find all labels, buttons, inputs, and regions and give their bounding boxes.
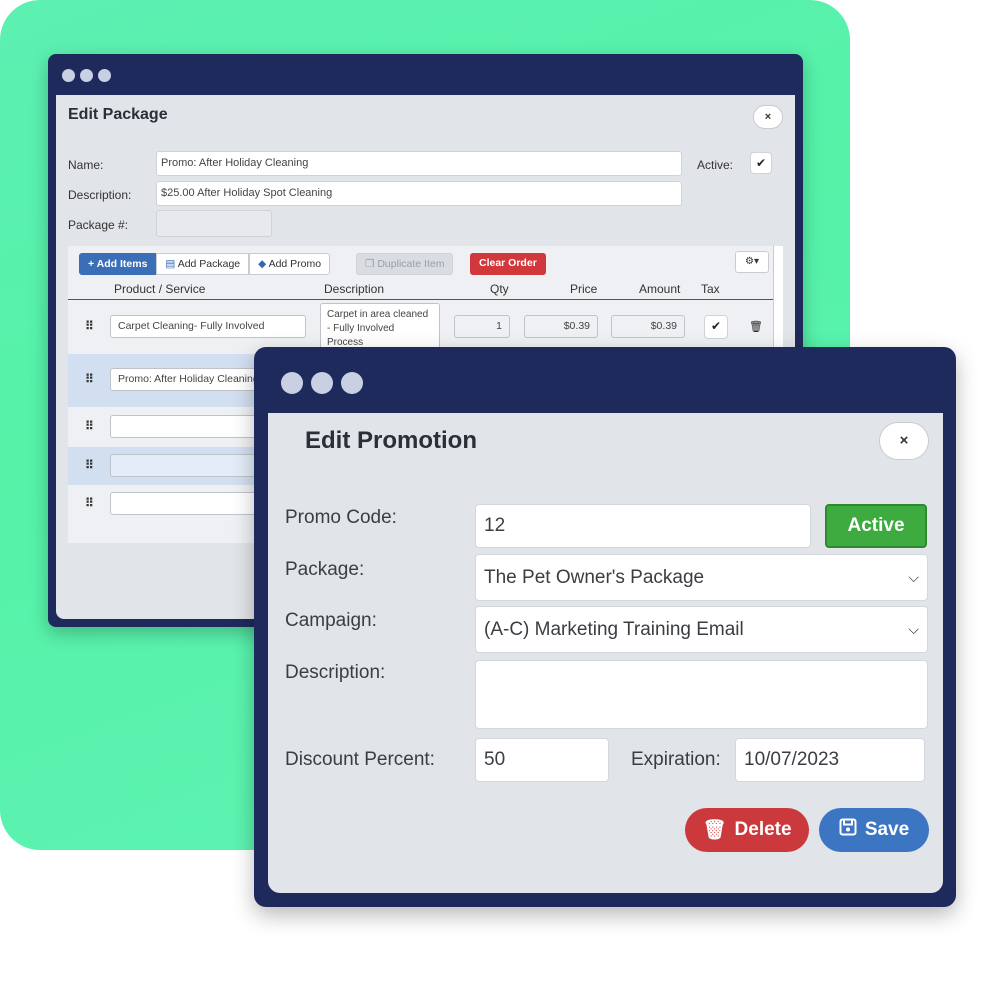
add-package-label: Add Package [177, 258, 241, 270]
close-icon[interactable]: × [879, 422, 929, 460]
drag-handle-icon[interactable]: ⠿ [85, 319, 94, 333]
column-header-qty: Qty [490, 282, 509, 296]
chevron-down-icon: ⌵ [908, 569, 919, 585]
campaign-label: Campaign: [285, 610, 377, 631]
edit-package-title: Edit Package [68, 106, 168, 123]
column-header-amount: Amount [639, 282, 681, 296]
stage: Edit Package × Name: Promo: After Holida… [0, 0, 1000, 1000]
save-button[interactable]: Save [819, 808, 929, 852]
expiration-date-input[interactable]: 10/07/2023 [735, 738, 925, 782]
edit-promotion-title: Edit Promotion [305, 427, 477, 454]
description-label: Description: [68, 188, 132, 202]
gear-icon[interactable]: ⚙▾ [735, 251, 769, 273]
window-dot[interactable] [311, 372, 333, 394]
promo-code-value: 12 [484, 515, 506, 536]
duplicate-item-button[interactable]: ❐ Duplicate Item [356, 253, 454, 275]
window-dot[interactable] [341, 372, 363, 394]
add-items-button[interactable]: + Add Items [79, 253, 157, 275]
discount-percent-value: 50 [484, 749, 506, 770]
package-number-input[interactable] [156, 210, 272, 237]
trash-icon[interactable]: 🗑 [749, 320, 763, 333]
add-promo-label: Add Promo [268, 258, 322, 270]
price-input[interactable]: $0.39 [524, 315, 598, 338]
description-cell[interactable]: Carpet in area cleaned - Fully Involved … [320, 303, 440, 349]
package-label: Package: [285, 559, 365, 580]
description-label: Description: [285, 662, 386, 683]
window-dot[interactable] [98, 69, 111, 82]
window-dot[interactable] [80, 69, 93, 82]
floppy-disk-icon [839, 818, 857, 842]
column-header-price: Price [570, 282, 598, 296]
column-header-description: Description [324, 282, 385, 296]
delete-button-label: Delete [734, 819, 792, 840]
close-icon[interactable]: × [753, 105, 783, 129]
campaign-select[interactable]: (A-C) Marketing Training Email ⌵ [475, 606, 928, 653]
table-icon: ▤ [165, 258, 178, 270]
drag-handle-icon[interactable]: ⠿ [85, 419, 94, 433]
description-input[interactable]: $25.00 After Holiday Spot Cleaning [156, 181, 682, 206]
drag-handle-icon[interactable]: ⠿ [85, 496, 94, 510]
discount-percent-input[interactable]: 50 [475, 738, 609, 782]
amount-input[interactable]: $0.39 [611, 315, 685, 338]
tax-checkbox[interactable]: ✔ [704, 315, 728, 339]
package-select-value: The Pet Owner's Package [484, 566, 705, 588]
promo-code-label: Promo Code: [285, 507, 397, 528]
active-toggle-button[interactable]: Active [825, 504, 927, 548]
window-dot[interactable] [281, 372, 303, 394]
active-label: Active: [697, 158, 734, 172]
promo-code-input[interactable]: 12 [475, 504, 811, 548]
product-input[interactable]: Carpet Cleaning- Fully Involved [110, 315, 306, 338]
add-package-button[interactable]: ▤ Add Package [156, 253, 250, 275]
expiration-date-value: 10/07/2023 [744, 749, 840, 770]
campaign-select-value: (A-C) Marketing Training Email [484, 618, 744, 640]
delete-button[interactable]: 🗑 Delete [685, 808, 809, 852]
edit-promotion-window: Edit Promotion × Promo Code: 12 Active P… [254, 347, 956, 907]
duplicate-item-label: Duplicate Item [377, 258, 445, 270]
drag-handle-icon[interactable]: ⠿ [85, 458, 94, 472]
drag-handle-icon[interactable]: ⠿ [85, 372, 94, 386]
window-dot[interactable] [62, 69, 75, 82]
name-input[interactable]: Promo: After Holiday Cleaning [156, 151, 682, 176]
tag-icon: ◆ [258, 258, 269, 270]
column-header-product: Product / Service [114, 282, 206, 296]
description-textarea[interactable] [475, 660, 928, 729]
package-number-label: Package #: [68, 218, 129, 232]
window-controls [62, 69, 111, 82]
column-header-tax: Tax [701, 282, 720, 296]
expiration-label: Expiration: [631, 749, 721, 770]
save-button-label: Save [864, 819, 910, 840]
active-checkbox[interactable]: ✔ [750, 152, 772, 174]
edit-promotion-body: Edit Promotion × Promo Code: 12 Active P… [268, 413, 943, 893]
discount-percent-label: Discount Percent: [285, 749, 435, 770]
qty-input[interactable]: 1 [454, 315, 510, 338]
package-select[interactable]: The Pet Owner's Package ⌵ [475, 554, 928, 601]
name-label: Name: [68, 158, 104, 172]
table-row: ⠿ Carpet Cleaning- Fully Involved Carpet… [68, 300, 773, 354]
copy-icon: ❐ [365, 258, 378, 270]
add-promo-button[interactable]: ◆ Add Promo [249, 253, 331, 275]
chevron-down-icon: ⌵ [908, 621, 919, 637]
clear-order-button[interactable]: Clear Order [470, 253, 546, 275]
grid-toolbar: + Add Items ▤ Add Package ◆ Add Promo [79, 253, 331, 275]
window-controls [281, 372, 363, 394]
trash-icon: 🗑 [702, 820, 727, 841]
